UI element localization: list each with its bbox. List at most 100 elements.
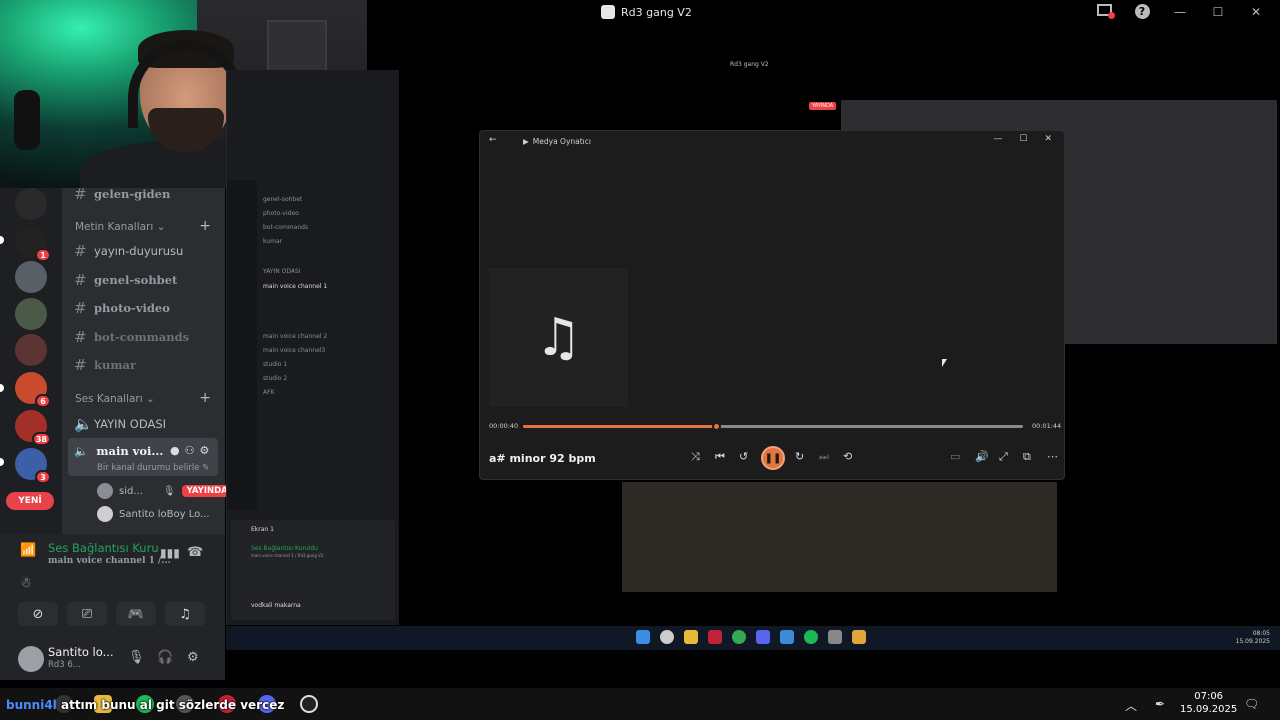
- mouse-cursor: [942, 359, 947, 367]
- server-icon[interactable]: 3: [15, 448, 51, 484]
- voice-channel-path[interactable]: main voice channel 1 /...: [48, 556, 171, 566]
- notification-badge: 38: [31, 432, 51, 446]
- repeat-icon[interactable]: ⟲: [843, 450, 852, 463]
- pen-icon[interactable]: ✒: [1155, 697, 1165, 711]
- obs-icon[interactable]: [300, 695, 318, 713]
- voice-connection-panel: 📶 Ses Bağlantısı Kuru main voice channel…: [0, 534, 225, 638]
- pause-button[interactable]: ❚❚: [761, 446, 785, 470]
- minimize-button[interactable]: —: [1170, 5, 1190, 19]
- activities-button[interactable]: 🎮: [116, 602, 156, 626]
- channel-item[interactable]: # photo-video: [74, 299, 170, 317]
- channel-item[interactable]: # yayın-duyurusu: [74, 242, 183, 260]
- help-icon[interactable]: ?: [1132, 4, 1152, 19]
- avatar[interactable]: [18, 646, 44, 672]
- gear-icon[interactable]: ⚙: [199, 444, 209, 457]
- chat-icon[interactable]: ●: [170, 444, 180, 457]
- active-voice-channel-name[interactable]: 🔈 main voi...: [74, 444, 163, 458]
- channel-status-prompt[interactable]: Bir kanal durumu belirle ✎: [97, 463, 209, 473]
- server-icon[interactable]: 38: [15, 410, 51, 446]
- app-icon: [780, 630, 794, 644]
- voice-member[interactable]: sid... 🎙 YAYINDA: [97, 483, 233, 499]
- microphone-icon[interactable]: 🎙: [128, 650, 145, 665]
- shared-taskbar-icons: [636, 630, 866, 644]
- miniplayer-icon[interactable]: ⧉: [1023, 450, 1031, 464]
- media-player-window: ← ▶ Medya Oynatıcı — ☐ ✕ ♫ 00:00:40 00:0…: [479, 130, 1065, 480]
- maximize-button[interactable]: ☐: [1208, 5, 1228, 19]
- server-icon[interactable]: 6: [15, 372, 51, 408]
- soundboard-button[interactable]: ♫: [165, 602, 205, 626]
- shared-voice-status: Ses Bağlantısı Kuruldu: [251, 545, 318, 552]
- voice-channel-yayin-odasi[interactable]: 🔈 YAYIN ODASI: [74, 415, 166, 433]
- previous-icon[interactable]: ⏮: [715, 450, 725, 464]
- seek-handle[interactable]: [711, 422, 721, 431]
- add-user-icon[interactable]: ⚇: [185, 444, 195, 457]
- category-text-channels[interactable]: Metin Kanalları ⌄: [75, 221, 165, 233]
- server-icon[interactable]: 1: [15, 226, 51, 262]
- voice-status[interactable]: Ses Bağlantısı Kuru: [48, 541, 159, 555]
- maximize-button[interactable]: ☐: [1019, 134, 1027, 144]
- folder-icon: [684, 630, 698, 644]
- media-player-title: ▶ Medya Oynatıcı: [523, 137, 591, 146]
- notification-icon[interactable]: 🗨: [1244, 697, 1259, 711]
- shared-channel: studio 2: [263, 375, 288, 382]
- shared-taskbar: 08:05 15.09.2025: [226, 626, 1280, 650]
- camera-off-button[interactable]: ⊘: [18, 602, 58, 626]
- window-title-text: Rd3 gang V2: [621, 5, 692, 19]
- noise-suppression-icon[interactable]: ▮▮▮: [160, 546, 180, 560]
- server-logo-icon: [601, 5, 615, 19]
- shared-clock: 08:05 15.09.2025: [1235, 630, 1270, 645]
- minimize-button[interactable]: —: [993, 134, 1002, 144]
- server-icon[interactable]: [15, 188, 47, 220]
- soundboard-icon[interactable]: ☃: [20, 576, 32, 591]
- forward-30-icon[interactable]: ↻: [795, 450, 804, 463]
- server-icon[interactable]: [15, 298, 47, 330]
- shared-screen-label: Ekran 1: [251, 526, 274, 533]
- channel-item[interactable]: # bot-commands: [74, 328, 189, 346]
- disconnect-icon[interactable]: ☎: [187, 545, 203, 560]
- inbox-icon[interactable]: [1094, 4, 1115, 19]
- server-icon[interactable]: [15, 261, 47, 293]
- screen-share-button[interactable]: ⎚: [67, 602, 107, 626]
- gear-icon[interactable]: ⚙: [187, 650, 199, 665]
- volume-icon[interactable]: 🔊: [975, 450, 989, 463]
- category-voice-channels[interactable]: Ses Kanalları ⌄: [75, 393, 155, 405]
- spotify-icon: [804, 630, 818, 644]
- close-button[interactable]: ✕: [1246, 5, 1266, 19]
- discord-icon: [756, 630, 770, 644]
- channel-item[interactable]: # genel-sohbet: [74, 271, 177, 289]
- system-clock[interactable]: 07:06 15.09.2025: [1180, 690, 1237, 716]
- seek-bar[interactable]: [523, 422, 1023, 431]
- more-options-icon[interactable]: ⋯: [1047, 450, 1058, 463]
- chevron-up-icon[interactable]: ︿: [1125, 697, 1137, 714]
- add-channel-icon[interactable]: +: [199, 218, 211, 234]
- headphones-icon[interactable]: 🎧: [157, 650, 173, 665]
- shared-channel: main voice channel 1: [263, 283, 328, 290]
- back-arrow-icon[interactable]: ←: [489, 135, 497, 145]
- shared-window-title: Rd3 gang V2: [730, 61, 769, 68]
- new-badge[interactable]: YENİ: [6, 492, 54, 510]
- total-duration: 00:01:44: [1032, 422, 1062, 430]
- shared-server-list: [227, 180, 257, 510]
- chat-message: attım bunu al git sözlerde vercez: [60, 698, 285, 712]
- voice-member[interactable]: Santito loBoy Lo...: [97, 506, 210, 522]
- microphone-image: [14, 90, 40, 150]
- notification-badge: 1: [35, 248, 51, 262]
- stream-chat-overlay: bunni4l attım bunu al git sözlerde verce…: [6, 698, 284, 712]
- fullscreen-icon[interactable]: ⤢: [999, 450, 1008, 464]
- subtitles-icon[interactable]: ▭: [950, 450, 960, 463]
- close-button[interactable]: ✕: [1044, 134, 1052, 144]
- next-icon[interactable]: ⏭: [819, 450, 829, 464]
- shared-screen-discord: genel-sohbet photo-video bot-commands ku…: [226, 70, 399, 625]
- shared-channel: studio 1: [263, 361, 288, 368]
- media-player-icon: ▶: [523, 137, 529, 146]
- shuffle-icon[interactable]: ⤨: [691, 450, 700, 464]
- shared-channel: kumar: [263, 238, 283, 245]
- server-icon[interactable]: [15, 334, 47, 366]
- rewind-10-icon[interactable]: ↺: [739, 450, 748, 463]
- notification-badge: 3: [35, 470, 51, 484]
- channel-gelen-giden[interactable]: # gelen-giden: [74, 185, 170, 203]
- channel-item[interactable]: # kumar: [74, 356, 136, 374]
- add-channel-icon[interactable]: +: [199, 390, 211, 406]
- signal-icon[interactable]: 📶: [20, 543, 36, 558]
- user-name[interactable]: Santito lo...: [48, 645, 114, 659]
